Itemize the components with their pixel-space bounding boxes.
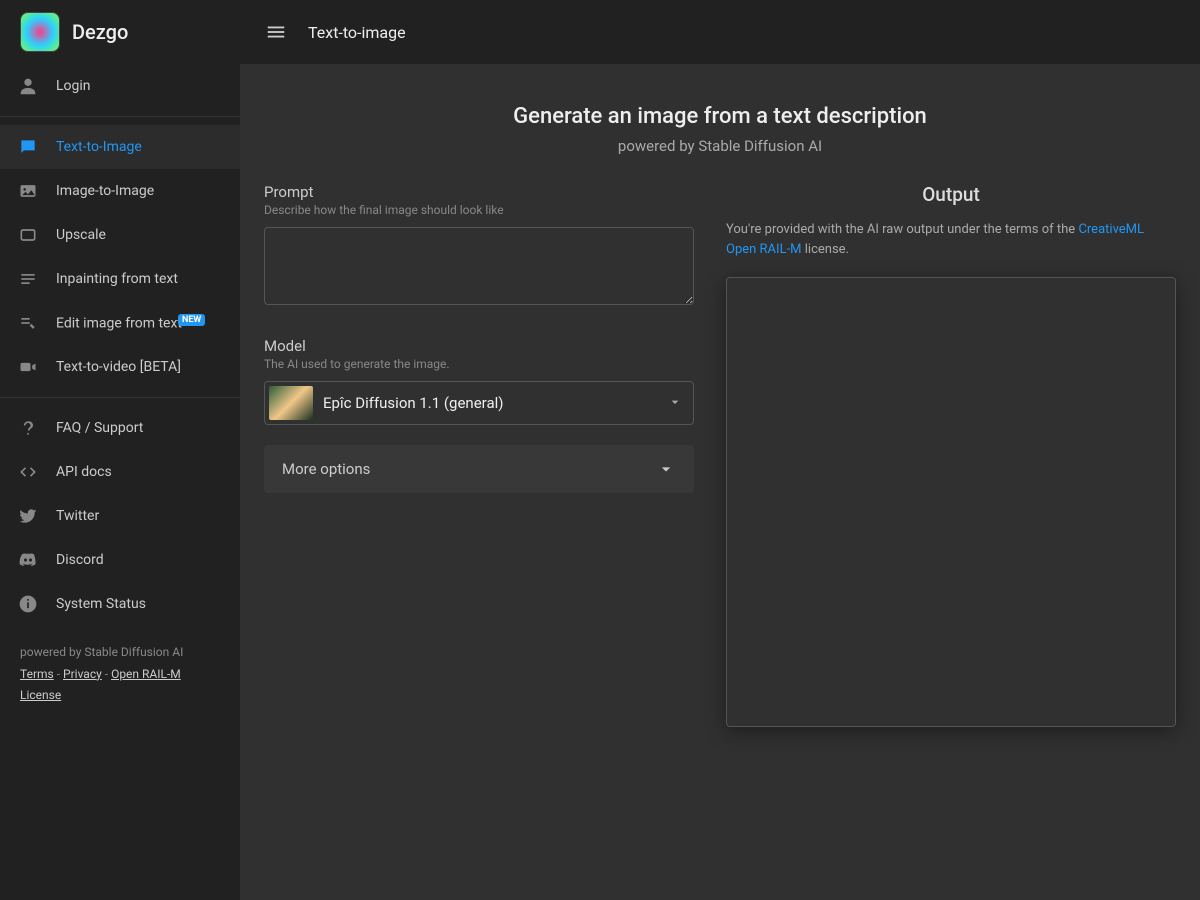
sidebar-item-upscale[interactable]: Upscale [0, 213, 240, 257]
brand-name: Dezgo [72, 20, 128, 44]
sidebar-item-faq[interactable]: FAQ / Support [0, 406, 240, 450]
sidebar-item-label: Upscale [56, 227, 106, 243]
output-column: Output You're provided with the AI raw o… [726, 183, 1176, 727]
sidebar-item-edit-image[interactable]: Edit image from textNEW [0, 301, 240, 345]
sidebar-item-inpainting[interactable]: Inpainting from text [0, 257, 240, 301]
video-icon [16, 355, 40, 379]
topbar: Text-to-image [240, 0, 1200, 64]
main: Text-to-image Generate an image from a t… [240, 0, 1200, 900]
divider [0, 397, 240, 398]
chat-icon [16, 135, 40, 159]
model-thumbnail [269, 386, 313, 420]
prompt-label: Prompt [264, 183, 694, 201]
hamburger-icon[interactable] [264, 20, 288, 44]
sidebar-item-twitter[interactable]: Twitter [0, 494, 240, 538]
more-options-expander[interactable]: More options [264, 445, 694, 493]
footer-terms-link[interactable]: Terms [20, 667, 54, 681]
page-heading: Generate an image from a text descriptio… [264, 104, 1176, 155]
license-suffix: license. [802, 242, 849, 257]
topbar-title: Text-to-image [308, 23, 406, 42]
sidebar-item-system-status[interactable]: System Status [0, 582, 240, 626]
help-icon [16, 416, 40, 440]
license-prefix: You're provided with the AI raw output u… [726, 222, 1078, 237]
page-title: Generate an image from a text descriptio… [264, 104, 1176, 129]
sidebar-item-label: Twitter [56, 508, 99, 524]
sidebar-item-label: Image-to-Image [56, 183, 154, 199]
footer-powered: powered by Stable Diffusion AI [20, 642, 220, 664]
more-options-label: More options [282, 460, 370, 478]
info-icon [16, 592, 40, 616]
image-icon [16, 179, 40, 203]
sidebar: Dezgo Login Text-to-Image Image-to-Image… [0, 0, 240, 900]
login-button[interactable]: Login [0, 64, 240, 108]
sidebar-item-label: Discord [56, 552, 104, 568]
model-select[interactable]: Epîc Diffusion 1.1 (general) [264, 381, 694, 425]
login-label: Login [56, 78, 91, 94]
sidebar-item-label: Edit image from text [56, 315, 182, 331]
sidebar-item-label: Inpainting from text [56, 271, 178, 287]
sidebar-item-discord[interactable]: Discord [0, 538, 240, 582]
sidebar-footer: powered by Stable Diffusion AI Terms - P… [0, 626, 240, 723]
chevron-down-icon [667, 394, 685, 412]
divider [0, 116, 240, 117]
code-icon [16, 460, 40, 484]
sidebar-item-label: API docs [56, 464, 112, 480]
page-subtitle: powered by Stable Diffusion AI [264, 137, 1176, 155]
list-icon [16, 267, 40, 291]
edit-icon [16, 311, 40, 335]
two-col: Prompt Describe how the final image shou… [264, 183, 1176, 727]
sidebar-item-label: FAQ / Support [56, 420, 143, 436]
prompt-hint: Describe how the final image should look… [264, 203, 694, 217]
output-heading: Output [726, 183, 1176, 206]
license-note: You're provided with the AI raw output u… [726, 220, 1176, 259]
aspect-icon [16, 223, 40, 247]
sidebar-item-label: System Status [56, 596, 146, 612]
model-selected: Epîc Diffusion 1.1 (general) [323, 394, 667, 412]
discord-icon [16, 548, 40, 572]
model-label: Model [264, 337, 694, 355]
sidebar-item-text-to-video[interactable]: Text-to-video [BETA] [0, 345, 240, 389]
brand: Dezgo [0, 0, 240, 64]
twitter-icon [16, 504, 40, 528]
footer-privacy-link[interactable]: Privacy [63, 667, 102, 681]
prompt-input[interactable] [264, 227, 694, 305]
new-badge: NEW [178, 314, 205, 326]
sep: - [54, 667, 63, 681]
sidebar-item-label: Text-to-Image [56, 139, 142, 155]
input-column: Prompt Describe how the final image shou… [264, 183, 694, 727]
content: Generate an image from a text descriptio… [240, 64, 1200, 900]
brand-logo [20, 12, 60, 52]
sidebar-nav-secondary: FAQ / Support API docs Twitter Discord S… [0, 406, 240, 626]
sep: - [102, 667, 111, 681]
chevron-down-icon [656, 459, 676, 479]
sidebar-nav-primary: Text-to-Image Image-to-Image Upscale Inp… [0, 125, 240, 389]
sidebar-item-api-docs[interactable]: API docs [0, 450, 240, 494]
sidebar-item-label: Text-to-video [BETA] [56, 359, 181, 375]
output-image-box [726, 277, 1176, 727]
sidebar-item-image-to-image[interactable]: Image-to-Image [0, 169, 240, 213]
user-icon [16, 74, 40, 98]
sidebar-item-text-to-image[interactable]: Text-to-Image [0, 125, 240, 169]
model-hint: The AI used to generate the image. [264, 357, 694, 371]
